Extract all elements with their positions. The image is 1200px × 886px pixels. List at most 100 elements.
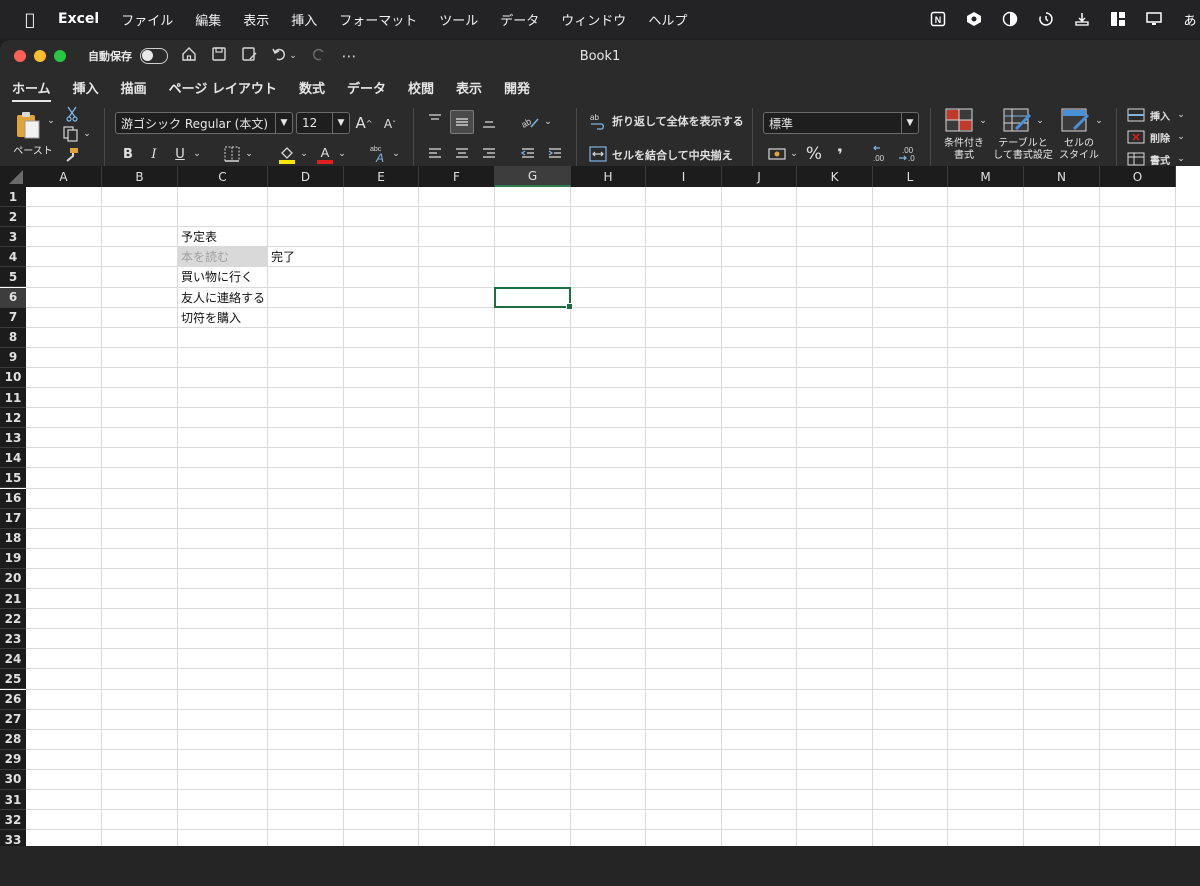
- copy-dropdown-chevron-icon[interactable]: ⌄: [82, 128, 92, 140]
- accounting-dropdown-chevron-icon[interactable]: ⌄: [789, 146, 799, 162]
- number-format-select[interactable]: 標準 ▼: [763, 112, 919, 134]
- row-header-9[interactable]: 9: [0, 347, 26, 368]
- text-orientation-icon[interactable]: ab: [518, 110, 542, 134]
- menu-window[interactable]: ウィンドウ: [561, 10, 626, 29]
- merge-center-icon[interactable]: [588, 144, 608, 164]
- format-cells-chevron-icon[interactable]: ⌄: [1176, 152, 1186, 166]
- menu-view[interactable]: 表示: [243, 10, 269, 29]
- row-header-17[interactable]: 17: [0, 508, 26, 529]
- row-header-30[interactable]: 30: [0, 769, 26, 790]
- shield-icon[interactable]: [964, 10, 984, 28]
- row-header-4[interactable]: 4: [0, 247, 26, 268]
- borders-icon[interactable]: [222, 144, 242, 164]
- column-header-c[interactable]: C: [178, 166, 268, 187]
- row-header-26[interactable]: 26: [0, 689, 26, 710]
- tab-draw[interactable]: 描画: [121, 72, 147, 102]
- undo-icon[interactable]: [270, 46, 288, 66]
- minimize-window-button[interactable]: [34, 50, 46, 62]
- tab-formulas[interactable]: 数式: [299, 72, 325, 102]
- font-name-select[interactable]: 游ゴシック Regular (本文) ▼: [115, 112, 293, 134]
- undo-dropdown-chevron-icon[interactable]: ⌄: [288, 51, 298, 61]
- row-header-12[interactable]: 12: [0, 408, 26, 429]
- font-color-icon[interactable]: A: [314, 142, 336, 166]
- row-header-1[interactable]: 1: [0, 187, 26, 207]
- column-header-f[interactable]: F: [419, 166, 495, 187]
- row-header-20[interactable]: 20: [0, 568, 26, 589]
- row-header-27[interactable]: 27: [0, 709, 26, 730]
- row-header-31[interactable]: 31: [0, 790, 26, 810]
- menu-insert[interactable]: 挿入: [291, 10, 317, 29]
- tab-view[interactable]: 表示: [456, 72, 482, 102]
- borders-dropdown-chevron-icon[interactable]: ⌄: [244, 146, 254, 162]
- row-header-25[interactable]: 25: [0, 669, 26, 690]
- orientation-dropdown-chevron-icon[interactable]: ⌄: [543, 114, 553, 130]
- tab-review[interactable]: 校閲: [408, 72, 434, 102]
- align-left-icon[interactable]: [425, 144, 445, 164]
- column-header-n[interactable]: N: [1024, 166, 1100, 187]
- paste-dropdown-chevron-icon[interactable]: ⌄: [46, 114, 56, 128]
- active-cell-selection[interactable]: [494, 286, 573, 310]
- row-header-28[interactable]: 28: [0, 729, 26, 750]
- increase-indent-icon[interactable]: [545, 144, 565, 164]
- app-menu[interactable]: Excel: [58, 11, 99, 27]
- tab-developer[interactable]: 開発: [504, 72, 530, 102]
- comma-style-button[interactable]: ❜: [832, 144, 848, 164]
- font-size-select[interactable]: 12 ▼: [296, 112, 350, 134]
- row-header-8[interactable]: 8: [0, 327, 26, 348]
- column-header-h[interactable]: H: [571, 166, 646, 187]
- tab-data[interactable]: データ: [347, 72, 386, 102]
- fill-color-icon[interactable]: [276, 142, 298, 166]
- save-as-icon[interactable]: [240, 46, 258, 66]
- format-painter-icon[interactable]: [62, 146, 80, 164]
- column-header-l[interactable]: L: [873, 166, 948, 187]
- align-bottom-icon[interactable]: [479, 112, 499, 132]
- merge-dropdown-chevron-icon[interactable]: ⌄: [722, 148, 732, 164]
- redo-icon[interactable]: [310, 46, 328, 66]
- format-as-table-label[interactable]: テーブルと して書式設定: [992, 138, 1054, 162]
- cell-d4[interactable]: 完了: [268, 247, 354, 266]
- save-icon[interactable]: [210, 46, 228, 66]
- zoom-window-button[interactable]: [54, 50, 66, 62]
- merge-center-button[interactable]: セルを結合して中央揃え: [612, 144, 733, 166]
- column-header-e[interactable]: E: [344, 166, 419, 187]
- row-header-32[interactable]: 32: [0, 810, 26, 831]
- cut-icon[interactable]: [64, 106, 80, 122]
- tab-page-layout[interactable]: ページ レイアウト: [169, 72, 277, 102]
- insert-cells-button[interactable]: 挿入: [1150, 106, 1170, 124]
- decrease-decimal-icon[interactable]: .00.0: [896, 144, 918, 164]
- underline-button[interactable]: U: [170, 144, 190, 164]
- row-header-3[interactable]: 3: [0, 227, 26, 248]
- phonetic-dropdown-chevron-icon[interactable]: ⌄: [391, 146, 401, 162]
- align-center-icon[interactable]: [452, 144, 472, 164]
- row-header-29[interactable]: 29: [0, 749, 26, 770]
- cell-c7[interactable]: 切符を購入: [178, 308, 278, 327]
- cell-c6[interactable]: 友人に連絡する: [178, 288, 278, 307]
- column-header-d[interactable]: D: [268, 166, 344, 187]
- phonetic-guide-icon[interactable]: abc A: [366, 142, 390, 166]
- menu-edit[interactable]: 編集: [195, 10, 221, 29]
- autosave-toggle[interactable]: [140, 48, 168, 64]
- row-header-13[interactable]: 13: [0, 428, 26, 449]
- accounting-format-icon[interactable]: [766, 144, 788, 164]
- decrease-indent-icon[interactable]: [518, 144, 538, 164]
- conditional-formatting-chevron-icon[interactable]: ⌄: [978, 114, 988, 128]
- column-header-o[interactable]: O: [1100, 166, 1176, 187]
- column-header-m[interactable]: M: [948, 166, 1024, 187]
- more-icon[interactable]: ⋯: [340, 47, 358, 65]
- paste-icon[interactable]: [12, 108, 44, 142]
- column-header-b[interactable]: B: [102, 166, 178, 187]
- percent-style-button[interactable]: %: [804, 144, 824, 164]
- column-header-j[interactable]: J: [722, 166, 797, 187]
- menu-format[interactable]: フォーマット: [339, 10, 417, 29]
- close-window-button[interactable]: [14, 50, 26, 62]
- column-header-a[interactable]: A: [26, 166, 102, 187]
- row-header-21[interactable]: 21: [0, 589, 26, 609]
- row-header-16[interactable]: 16: [0, 488, 26, 509]
- delete-cells-chevron-icon[interactable]: ⌄: [1176, 130, 1186, 144]
- tab-home[interactable]: ホーム: [12, 72, 51, 102]
- cell-styles-label[interactable]: セルの スタイル: [1054, 138, 1104, 162]
- bold-button[interactable]: B: [118, 144, 138, 164]
- cell-c4[interactable]: 本を読む: [178, 247, 268, 267]
- delete-cells-button[interactable]: 削除: [1150, 128, 1170, 146]
- row-header-5[interactable]: 5: [0, 267, 26, 288]
